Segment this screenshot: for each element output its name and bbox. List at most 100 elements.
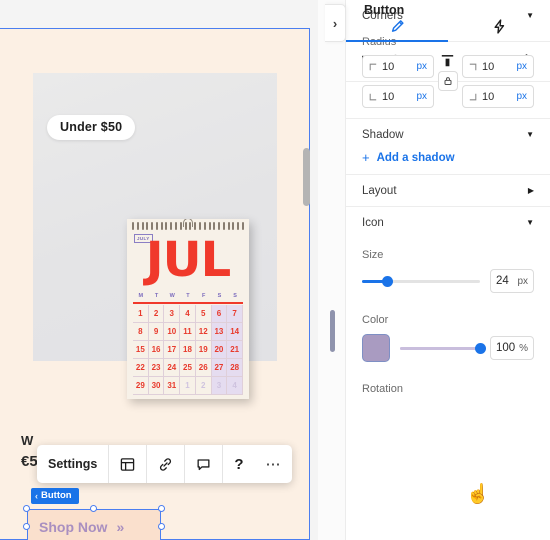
calendar-day: 20 [211,341,228,359]
corner-bottom-right-icon [469,93,477,100]
icon-size-input[interactable]: 24 px [490,269,534,293]
canvas-scrollbar[interactable] [303,148,310,206]
resize-handle-tc[interactable] [90,505,97,512]
calendar-weekday: W [169,293,175,299]
product-title: W [21,433,34,448]
shop-now-button[interactable]: Shop Now » [27,509,161,540]
price-badge: Under $50 [47,115,136,140]
calendar-day: 7 [227,305,243,323]
icon-size-slider[interactable] [362,275,480,287]
calendar-day: 1 [133,305,149,323]
icon-size-row: 24 px [346,266,550,305]
calendar-day: 23 [148,359,165,377]
panel-gutter [318,0,345,540]
calendar-day: 4 [227,377,243,395]
calendar-day: 3 [211,377,228,395]
app-root: JULY JUL MTWTFSS 1 2 3 4 5 6 7 8 9 10 11 12 13 14 15 16… [0,0,550,540]
layout-grid-icon[interactable] [109,445,146,483]
section-header-icon[interactable]: Icon ▼ [346,207,550,238]
chevron-down-icon: ▼ [526,218,534,227]
calendar-day: 2 [148,305,165,323]
radius-value-bl: 10 [382,90,395,103]
radius-input-top-left[interactable]: 10 px [362,55,434,78]
radius-inputs-group: 10 px 10 px 10 px 10 px [346,53,550,118]
lock-icon[interactable] [438,71,458,91]
calendar-day: 25 [180,359,196,377]
add-shadow-button[interactable]: + Add a shadow [346,150,550,174]
tag-caret-icon: ‹ [35,490,38,501]
section-header-layout[interactable]: Layout ▶ [346,175,550,206]
calendar-day: 27 [211,359,228,377]
radius-input-bottom-right[interactable]: 10 px [462,85,534,108]
calendar-day: 15 [133,341,149,359]
opacity-value: 100 [496,342,516,354]
calendar-day: 18 [180,341,196,359]
tag-label: Button [41,490,72,501]
calendar-day: 3 [164,305,181,323]
icon-size-slider-thumb[interactable] [382,275,394,287]
rotation-label: Rotation [362,383,403,395]
calendar-day-grid: 1 2 3 4 5 6 7 8 9 10 11 12 13 14 15 16 17 18 19 20 21 22 23 24 2… [133,305,243,395]
add-shadow-label: Add a shadow [376,151,455,164]
calendar-day: 13 [211,323,228,341]
icon-size-value: 24 [496,275,509,287]
calendar-day: 8 [133,323,149,341]
calendar-weekday: S [217,293,222,299]
resize-handle-tl[interactable] [23,505,30,512]
icon-label: Icon [362,216,384,229]
calendar-day: 1 [180,377,196,395]
opacity-unit: % [519,342,528,354]
corner-top-right-icon [469,63,477,70]
settings-button[interactable]: Settings [37,445,108,483]
radius-unit-br: px [516,91,527,102]
panel-expand-button[interactable]: › [325,4,346,42]
color-label: Color [362,314,389,326]
comment-icon[interactable] [185,445,222,483]
resize-handle-ml[interactable] [23,523,30,530]
link-icon[interactable] [147,445,184,483]
help-icon[interactable]: ? [223,445,254,483]
selection-type-tag[interactable]: ‹ Button [31,488,79,504]
calendar-day: 2 [195,377,212,395]
radius-unit-tr: px [516,61,527,72]
radius-input-top-right[interactable]: 10 px [462,55,534,78]
opacity-slider[interactable] [400,342,486,354]
canvas-area[interactable]: JULY JUL MTWTFSS 1 2 3 4 5 6 7 8 9 10 11 12 13 14 15 16… [0,0,318,540]
calendar-day: 22 [133,359,149,377]
calendar-month-title: JUL [145,232,231,288]
calendar-day: 24 [164,359,181,377]
radius-input-bottom-left[interactable]: 10 px [362,85,434,108]
page-frame[interactable]: JULY JUL MTWTFSS 1 2 3 4 5 6 7 8 9 10 11 12 13 14 15 16… [0,28,310,540]
more-options-icon[interactable]: ⋯ [254,445,292,483]
tab-interactions[interactable] [448,0,550,41]
calendar-weekday: S [233,293,237,299]
calendar-day: 6 [211,305,228,323]
calendar-day: 10 [164,323,181,341]
layout-label: Layout [362,184,397,197]
resize-handle-tr[interactable] [158,505,165,512]
opacity-input[interactable]: 100 % [490,336,534,360]
calendar-weekday-row: MTWTFSS [133,293,243,299]
element-toolbar[interactable]: Settings ? ⋯ [37,445,293,483]
color-swatch[interactable] [362,334,390,362]
calendar-day: 16 [148,341,165,359]
calendar-image: JULY JUL MTWTFSS 1 2 3 4 5 6 7 8 9 10 11 12 13 14 15 16… [127,219,249,399]
icon-size-unit: px [517,275,528,287]
radius-value-tl: 10 [382,60,395,73]
opacity-slider-thumb[interactable] [474,342,486,354]
resize-handle-mr[interactable] [158,523,165,530]
icon-color-row: 100 % [346,331,550,374]
panel-scrollbar[interactable] [330,310,335,352]
calendar-weekday: M [138,293,144,299]
corner-bottom-left-icon [369,93,377,100]
calendar-weekday: T [154,293,159,299]
radius-unit-bl: px [416,91,427,102]
plus-icon: + [362,150,370,165]
section-header-shadow[interactable]: Shadow ▼ [346,119,550,150]
calendar-day: 17 [164,341,181,359]
calendar-weekday: T [186,293,190,299]
calendar-weekday: F [202,293,206,299]
calendar-day: 4 [180,305,196,323]
calendar-day: 31 [164,377,181,395]
selected-element-wrapper[interactable]: Shop Now » [23,505,165,540]
